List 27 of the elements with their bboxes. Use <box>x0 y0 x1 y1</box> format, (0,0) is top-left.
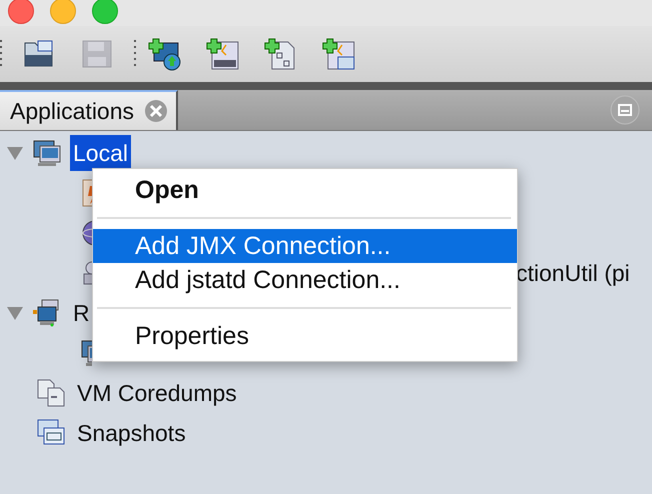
add-snapshot-icon <box>322 37 356 71</box>
maximize-icon[interactable] <box>610 95 640 125</box>
add-remote-button[interactable] <box>147 36 183 72</box>
computer-icon <box>32 138 62 168</box>
tree-node-label[interactable]: R <box>70 295 93 331</box>
collapse-arrow-icon[interactable] <box>6 305 24 321</box>
tree-node-label[interactable]: Local <box>70 135 131 171</box>
menu-item[interactable]: Properties <box>93 319 517 353</box>
tree-node-label[interactable]: ctionUtil (pi <box>516 260 630 286</box>
add-host-icon <box>148 37 182 71</box>
add-jmx-icon <box>206 37 240 71</box>
tree-node-label[interactable]: VM Coredumps <box>74 375 240 411</box>
add-snapshot-button[interactable] <box>321 36 357 72</box>
minimize-window-button[interactable] <box>50 0 76 24</box>
zoom-window-button[interactable] <box>92 0 118 24</box>
close-window-button[interactable] <box>8 0 34 24</box>
tree-node-label[interactable]: Snapshots <box>74 415 189 451</box>
applications-tab[interactable]: Applications <box>0 90 178 130</box>
menu-item[interactable]: Add JMX Connection... <box>93 229 517 263</box>
close-icon[interactable] <box>144 99 168 123</box>
menu-item[interactable]: Open <box>93 173 517 207</box>
add-jmx-button[interactable] <box>205 36 241 72</box>
application-icon <box>80 178 92 208</box>
collapse-arrow-icon[interactable] <box>6 145 24 161</box>
menu-item[interactable]: Add jstatd Connection... <box>93 263 517 297</box>
tab-label: Applications <box>10 98 134 124</box>
documents-icon <box>36 378 66 408</box>
